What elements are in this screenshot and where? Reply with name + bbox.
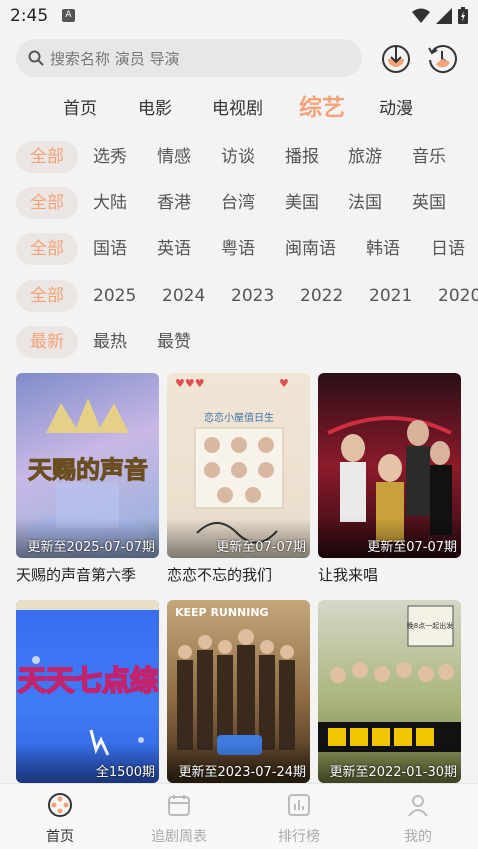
filter-region-option[interactable]: 香港 — [143, 187, 205, 219]
filter-language-all[interactable]: 全部 — [16, 233, 78, 265]
category-tabs: 首页 电影 电视剧 综艺 动漫 — [0, 86, 478, 126]
search-placeholder: 搜索名称 演员 导演 — [50, 49, 180, 68]
user-icon — [408, 795, 428, 817]
filter-row-region: 全部 大陆 香港 台湾 美国 法国 英国 — [0, 187, 478, 221]
show-poster: 天天七点综 全1500期 — [16, 600, 159, 783]
signal-icon — [436, 7, 452, 24]
bottom-nav-label: 我的 — [404, 829, 432, 845]
show-card[interactable]: 天赐的声音 更新至2025-07-07期 天赐的声音第六季 — [16, 373, 159, 585]
bottom-nav-ranking[interactable]: 排行榜 — [259, 792, 339, 846]
show-poster: KEEP RUNNING 更新至2023-07-24期 — [167, 600, 310, 783]
filter-row-language: 全部 国语 英语 粤语 闽南语 韩语 日语 — [0, 233, 478, 267]
show-poster: 晚8点一起出发 更新至2022-01-30期 — [318, 600, 461, 783]
update-badge: 更新至07-07期 — [216, 540, 306, 555]
filter-year-option[interactable]: 2023 — [217, 280, 288, 312]
filter-region-all[interactable]: 全部 — [16, 187, 78, 219]
filter-type-option[interactable]: 旅游 — [334, 141, 396, 173]
filter-type-option[interactable]: 选秀 — [79, 141, 141, 173]
tab-anime[interactable]: 动漫 — [379, 94, 413, 119]
update-badge: 更新至2023-07-24期 — [178, 765, 306, 780]
filter-type-all[interactable]: 全部 — [16, 141, 78, 173]
filter-type-option[interactable]: 访谈 — [207, 141, 269, 173]
filter-type-option[interactable]: 播报 — [271, 141, 333, 173]
filter-year-option[interactable]: 2025 — [79, 280, 150, 312]
show-card[interactable]: KEEP RUNNING 更新至2023-07-24期 — [167, 600, 310, 783]
update-badge: 更新至2025-07-07期 — [27, 540, 155, 555]
tab-variety[interactable]: 综艺 — [299, 88, 345, 122]
poster-title-text: 恋恋小屋值日生 — [204, 411, 274, 424]
tab-home[interactable]: 首页 — [63, 94, 97, 119]
search-input[interactable]: 搜索名称 演员 导演 — [16, 39, 362, 77]
sort-latest[interactable]: 最新 — [16, 326, 78, 358]
svg-text:♥♥♥: ♥♥♥ — [175, 377, 205, 390]
bottom-nav: 首页 追剧周表 排行榜 我的 — [0, 783, 478, 849]
filter-row-sort: 最新 最热 最赞 — [0, 326, 478, 360]
status-icons — [412, 7, 468, 24]
filter-language-option[interactable]: 英语 — [143, 233, 205, 265]
update-badge: 更新至07-07期 — [367, 540, 457, 555]
bottom-nav-schedule[interactable]: 追剧周表 — [139, 792, 219, 846]
filter-row-year: 全部 2025 2024 2023 2022 2021 2020 — [0, 280, 478, 314]
svg-text:♥: ♥ — [279, 377, 289, 390]
notification-a-icon: A — [62, 9, 75, 22]
poster-title-text: 天赐的声音 — [28, 456, 148, 484]
update-badge: 更新至2022-01-30期 — [329, 765, 457, 780]
bottom-nav-home[interactable]: 首页 — [20, 792, 100, 846]
show-card[interactable]: 晚8点一起出发 更新至2022-01-30期 — [318, 600, 461, 783]
update-badge: 全1500期 — [95, 765, 155, 780]
filter-year-option[interactable]: 2020 — [424, 280, 478, 312]
show-poster: 恋恋小屋值日生 ♥♥♥ ♥ 更新至07-07期 — [167, 373, 310, 558]
download-button[interactable] — [380, 42, 412, 74]
filter-year-option[interactable]: 2021 — [355, 280, 426, 312]
filter-language-option[interactable]: 闽南语 — [271, 233, 350, 265]
filter-year-option[interactable]: 2024 — [148, 280, 219, 312]
show-poster: 更新至07-07期 — [318, 373, 461, 558]
show-card[interactable]: 更新至07-07期 让我来唱 — [318, 373, 461, 585]
sort-hottest[interactable]: 最热 — [79, 326, 141, 358]
battery-icon — [458, 7, 468, 24]
show-card[interactable]: 天天七点综 全1500期 — [16, 600, 159, 783]
tab-movies[interactable]: 电影 — [138, 94, 172, 119]
status-time: 2:45 — [10, 6, 49, 26]
poster-title-text: 晚8点一起出发 — [407, 621, 453, 630]
show-title: 天赐的声音第六季 — [16, 566, 137, 584]
status-bar: 2:45 A — [0, 0, 478, 32]
bottom-nav-label: 追剧周表 — [151, 829, 207, 845]
bottom-nav-label: 排行榜 — [278, 829, 320, 845]
search-icon — [28, 50, 44, 66]
filter-row-type: 全部 选秀 情感 访谈 播报 旅游 音乐 — [0, 141, 478, 175]
filter-language-option[interactable]: 日语 — [417, 233, 478, 265]
filter-type-option[interactable]: 音乐 — [398, 141, 460, 173]
filter-language-option[interactable]: 韩语 — [352, 233, 414, 265]
filter-year-option[interactable]: 2022 — [286, 280, 357, 312]
filter-region-option[interactable]: 美国 — [271, 187, 333, 219]
filter-region-option[interactable]: 大陆 — [79, 187, 141, 219]
filter-region-option[interactable]: 法国 — [334, 187, 396, 219]
filter-type-option[interactable]: 情感 — [143, 141, 205, 173]
history-button[interactable] — [426, 42, 458, 74]
show-card[interactable]: 恋恋小屋值日生 ♥♥♥ ♥ 更新至07-07期 恋恋不忘的我们 — [167, 373, 310, 585]
filter-year-all[interactable]: 全部 — [16, 280, 78, 312]
bottom-nav-profile[interactable]: 我的 — [378, 792, 458, 846]
poster-title-text: 天天七点综 — [18, 664, 158, 697]
calendar-icon — [168, 795, 190, 816]
poster-title-text: KEEP RUNNING — [175, 606, 269, 619]
show-poster: 天赐的声音 更新至2025-07-07期 — [16, 373, 159, 558]
show-title: 恋恋不忘的我们 — [167, 566, 273, 584]
tab-tv-series[interactable]: 电视剧 — [212, 94, 263, 119]
bottom-nav-label: 首页 — [46, 829, 74, 845]
filter-region-option[interactable]: 英国 — [398, 187, 460, 219]
wifi-icon — [412, 8, 430, 23]
sort-most-liked[interactable]: 最赞 — [143, 326, 205, 358]
filter-language-option[interactable]: 粤语 — [207, 233, 269, 265]
bar-chart-icon — [288, 794, 310, 816]
filter-language-option[interactable]: 国语 — [79, 233, 141, 265]
show-title: 让我来唱 — [318, 566, 379, 584]
film-reel-icon — [48, 793, 72, 817]
filter-region-option[interactable]: 台湾 — [207, 187, 269, 219]
